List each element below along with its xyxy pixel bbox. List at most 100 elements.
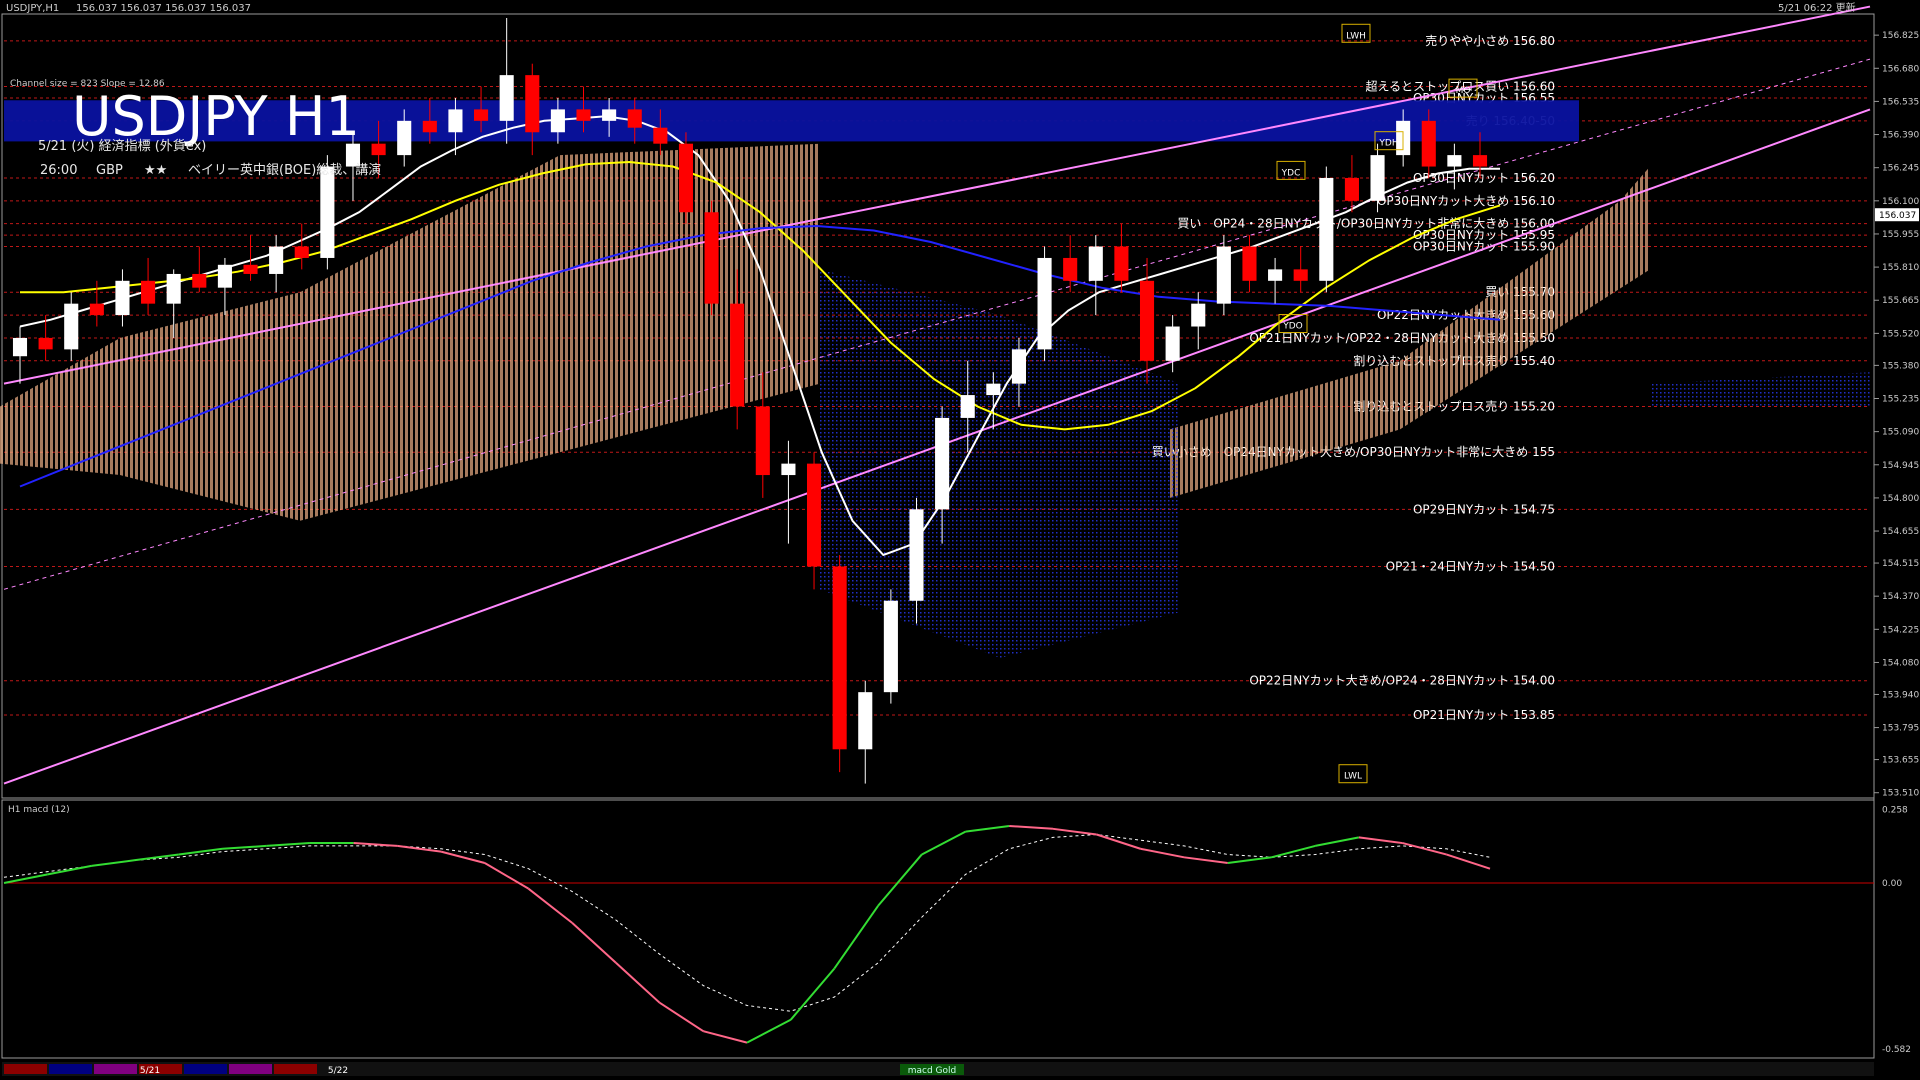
session-block: [94, 1064, 137, 1074]
candle-body: [1216, 246, 1231, 304]
session-block: [4, 1064, 47, 1074]
event-stars: ★★: [144, 163, 167, 178]
candle-body: [550, 109, 565, 133]
date-label: 5/22: [328, 1066, 348, 1076]
candle-body: [1370, 155, 1385, 201]
candle-body: [909, 509, 924, 601]
candle-body: [294, 246, 309, 258]
session-block: [229, 1064, 272, 1074]
candle-body: [806, 463, 822, 567]
macd-title: H1 macd (12): [8, 805, 70, 815]
candle-body: [38, 337, 53, 350]
marker-label: LWL: [1344, 772, 1362, 782]
price-tick-label: 154.515: [1882, 559, 1919, 569]
candle-body: [960, 395, 975, 418]
candle-body: [1088, 246, 1103, 281]
macd-tick-label: 0.258: [1882, 805, 1908, 815]
candle-body: [269, 246, 284, 274]
level-label: OP30日NYカット大きめ 156.10: [1377, 194, 1555, 208]
price-tick-label: 155.520: [1882, 329, 1919, 339]
price-tick-label: 156.245: [1882, 164, 1919, 174]
window-datetime: 5/21 06:22 更新: [1778, 1, 1856, 14]
candle-body: [422, 120, 437, 133]
candle-body: [1472, 155, 1488, 167]
candle-body: [730, 303, 745, 407]
candle-body: [192, 273, 207, 288]
current-price-label: 156.037: [1879, 211, 1916, 221]
price-tick-label: 156.535: [1882, 97, 1919, 107]
candle-body: [1447, 155, 1462, 167]
price-tick-label: 156.825: [1882, 31, 1919, 41]
candle-body: [883, 600, 898, 693]
price-tick-label: 155.955: [1882, 230, 1919, 240]
candle-body: [576, 109, 591, 121]
chart-canvas[interactable]: 売りやや小さめ 156.80超えるとストップロス買い 156.60OP30日NY…: [0, 0, 1920, 1080]
candle-body: [448, 109, 463, 133]
price-tick-label: 153.795: [1882, 724, 1919, 734]
marker-label: YDH: [1378, 139, 1398, 149]
candle-body: [1165, 326, 1180, 361]
price-tick-label: 155.235: [1882, 395, 1919, 405]
candle-body: [371, 143, 386, 156]
price-tick-label: 156.100: [1882, 197, 1919, 207]
price-tick-label: 154.800: [1882, 494, 1919, 504]
session-block: [184, 1064, 227, 1074]
price-tick-label: 154.225: [1882, 625, 1919, 635]
candle-body: [781, 463, 796, 476]
event-time: 26:00: [40, 163, 77, 178]
candle-body: [678, 143, 694, 213]
price-tick-label: 156.390: [1882, 131, 1919, 141]
candle-body: [602, 109, 617, 121]
price-tick-label: 154.080: [1882, 658, 1919, 668]
candle-body: [320, 166, 335, 258]
candle-body: [474, 109, 489, 121]
level-label: OP21日NYカット 153.85: [1413, 708, 1555, 722]
price-tick-label: 153.510: [1882, 789, 1919, 799]
window-title: USDJPY,H1: [6, 3, 59, 14]
price-tick-label: 153.940: [1882, 690, 1919, 700]
candle-body: [64, 303, 79, 350]
price-tick-label: 155.665: [1882, 296, 1919, 306]
candle-body: [1421, 120, 1436, 167]
price-tick-label: 154.655: [1882, 527, 1919, 537]
candle-body: [832, 566, 847, 750]
bottom-tab-label: macd Gold: [908, 1066, 957, 1076]
candle-body: [653, 127, 668, 144]
candle-body: [755, 406, 770, 476]
macd-tick-label: -0.582: [1882, 1045, 1911, 1055]
candle-body: [1011, 349, 1026, 384]
candle-body: [1114, 246, 1129, 281]
event-name: ベイリー英中銀(BOE)総裁、講演: [188, 162, 381, 178]
level-label: OP22日NYカット大きめ/OP24・28日NYカット 154.00: [1249, 674, 1555, 688]
candle-body: [525, 75, 540, 133]
candle-body: [1139, 280, 1155, 361]
candle-body: [141, 280, 156, 304]
marker-label: LWH: [1346, 31, 1366, 41]
candle-body: [89, 303, 104, 316]
event-header: 5/21 (火) 経済指標 (外貨ex): [38, 138, 206, 154]
price-tick-label: 155.380: [1882, 361, 1919, 371]
price-tick-label: 155.810: [1882, 263, 1919, 273]
price-tick-label: 153.655: [1882, 756, 1919, 766]
candle-body: [1293, 269, 1308, 281]
candle-body: [499, 75, 514, 121]
candle-body: [704, 212, 719, 304]
candle-body: [1242, 246, 1257, 281]
candle-body: [166, 273, 181, 304]
marker-label: YDO: [1282, 322, 1303, 332]
candle-body: [1344, 177, 1359, 201]
candle-body: [243, 264, 258, 274]
candle-body: [397, 120, 412, 156]
date-axis: 5/21 5/22 macd Gold: [2, 1062, 1874, 1076]
level-label: OP30日NYカット 155.90: [1413, 240, 1555, 254]
marker-label: YDC: [1281, 168, 1301, 178]
event-currency: GBP: [96, 163, 123, 178]
price-tick-label: 154.945: [1882, 461, 1919, 471]
candle-body: [935, 417, 950, 510]
level-label: OP29日NYカット 154.75: [1413, 502, 1555, 516]
date-label: 5/21: [140, 1066, 160, 1076]
session-block: [274, 1064, 317, 1074]
price-tick-label: 156.680: [1882, 64, 1919, 74]
candle-body: [1037, 257, 1052, 350]
macd-tick-label: 0.00: [1882, 879, 1902, 889]
